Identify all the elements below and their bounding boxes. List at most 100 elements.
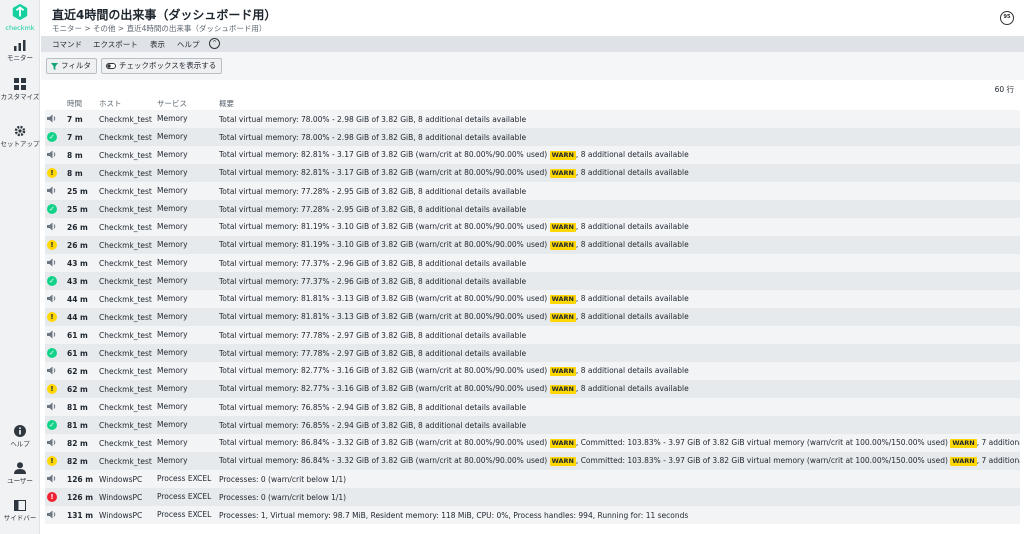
table-row[interactable]: 82 m Checkmk_test Memory Total virtual memo… <box>45 434 1020 452</box>
host-cell[interactable]: Checkmk_test <box>97 416 155 434</box>
service-cell[interactable]: Process EXCEL <box>155 488 217 506</box>
table-row[interactable]: ! 62 m Checkmk_test Memory Total virtual mem… <box>45 380 1020 398</box>
table-row[interactable]: ! 44 m Checkmk_test Memory Total virtual mem… <box>45 308 1020 326</box>
page-title: 直近4時間の出来事（ダッシュボード用） <box>52 8 277 22</box>
host-cell[interactable]: Checkmk_test <box>97 218 155 236</box>
service-cell[interactable]: Memory <box>155 380 217 398</box>
state-cell: ! <box>45 452 65 470</box>
reload-timer-icon[interactable]: 95 <box>1000 11 1014 25</box>
column-header-service[interactable]: サービス <box>155 96 217 110</box>
sidebar-item-sidebar[interactable]: サイドバー <box>0 500 40 522</box>
table-row[interactable]: ✓ 7 m Checkmk_test Memory Total virtual memo… <box>45 128 1020 146</box>
service-cell[interactable]: Memory <box>155 434 217 452</box>
service-cell[interactable]: Memory <box>155 254 217 272</box>
service-cell[interactable]: Memory <box>155 200 217 218</box>
host-cell[interactable]: Checkmk_test <box>97 128 155 146</box>
service-cell[interactable]: Process EXCEL <box>155 470 217 488</box>
host-cell[interactable]: WindowsPC <box>97 488 155 506</box>
service-cell[interactable]: Memory <box>155 362 217 380</box>
service-cell[interactable]: Memory <box>155 290 217 308</box>
menu-export[interactable]: エクスポート <box>93 39 138 50</box>
column-header-time[interactable]: 時間 <box>65 96 97 110</box>
host-cell[interactable]: Checkmk_test <box>97 380 155 398</box>
toolbar: フィルタ チェックボックスを表示する <box>41 52 1024 80</box>
host-cell[interactable]: Checkmk_test <box>97 272 155 290</box>
table-row[interactable]: ! 8 m Checkmk_test Memory Total virtual memo… <box>45 164 1020 182</box>
warn-badge: WARN <box>549 312 576 322</box>
host-cell[interactable]: Checkmk_test <box>97 326 155 344</box>
column-header-summary[interactable]: 概要 <box>217 96 1020 110</box>
service-cell[interactable]: Memory <box>155 236 217 254</box>
menu-commands[interactable]: コマンド <box>52 39 82 50</box>
table-row[interactable]: 126 m WindowsPC Process EXCEL Processes: 0 … <box>45 470 1020 488</box>
service-cell[interactable]: Memory <box>155 128 217 146</box>
host-cell[interactable]: Checkmk_test <box>97 110 155 128</box>
state-cell: ✓ <box>45 200 65 218</box>
table-row[interactable]: ✓ 61 m Checkmk_test Memory Total virtual mem… <box>45 344 1020 362</box>
service-cell[interactable]: Memory <box>155 308 217 326</box>
host-cell[interactable]: Checkmk_test <box>97 236 155 254</box>
service-cell[interactable]: Memory <box>155 344 217 362</box>
service-cell[interactable]: Memory <box>155 218 217 236</box>
service-cell[interactable]: Memory <box>155 416 217 434</box>
table-row[interactable]: 81 m Checkmk_test Memory Total virtual memo… <box>45 398 1020 416</box>
service-cell[interactable]: Process EXCEL <box>155 506 217 524</box>
sidebar-item-setup[interactable]: セットアップ <box>0 125 40 148</box>
table-row[interactable]: 44 m Checkmk_test Memory Total virtual memo… <box>45 290 1020 308</box>
table-row[interactable]: 26 m Checkmk_test Memory Total virtual memo… <box>45 218 1020 236</box>
menu-display[interactable]: 表示 <box>150 39 165 50</box>
service-cell[interactable]: Memory <box>155 272 217 290</box>
sidebar-item-help[interactable]: ヘルプ <box>0 425 40 448</box>
service-cell[interactable]: Memory <box>155 398 217 416</box>
summary-cell: Total virtual memory: 77.78% - 2.97 GiB … <box>217 344 1020 362</box>
table-row[interactable]: ! 126 m WindowsPC Process EXCEL Processes: 0… <box>45 488 1020 506</box>
time-cell: 61 m <box>65 326 97 344</box>
table-row[interactable]: 8 m Checkmk_test Memory Total virtual memor… <box>45 146 1020 164</box>
host-cell[interactable]: Checkmk_test <box>97 344 155 362</box>
table-row[interactable]: ! 26 m Checkmk_test Memory Total virtual mem… <box>45 236 1020 254</box>
host-cell[interactable]: Checkmk_test <box>97 308 155 326</box>
table-row[interactable]: 131 m WindowsPC Process EXCEL Processes: 1,… <box>45 506 1020 524</box>
service-cell[interactable]: Memory <box>155 182 217 200</box>
service-cell[interactable]: Memory <box>155 326 217 344</box>
host-cell[interactable]: Checkmk_test <box>97 254 155 272</box>
service-cell[interactable]: Memory <box>155 110 217 128</box>
host-cell[interactable]: WindowsPC <box>97 470 155 488</box>
chevron-up-icon[interactable]: ⌃ <box>209 38 220 49</box>
host-cell[interactable]: Checkmk_test <box>97 434 155 452</box>
menu-help[interactable]: ヘルプ <box>177 39 200 50</box>
host-cell[interactable]: WindowsPC <box>97 506 155 524</box>
host-cell[interactable]: Checkmk_test <box>97 290 155 308</box>
table-row[interactable]: 25 m Checkmk_test Memory Total virtual memo… <box>45 182 1020 200</box>
sidebar-item-monitor[interactable]: モニター <box>0 40 40 62</box>
show-checkboxes-button[interactable]: チェックボックスを表示する <box>101 58 223 74</box>
checkmk-logo[interactable]: checkmk <box>0 3 40 32</box>
table-row[interactable]: 61 m Checkmk_test Memory Total virtual memo… <box>45 326 1020 344</box>
table-row[interactable]: 62 m Checkmk_test Memory Total virtual memo… <box>45 362 1020 380</box>
service-cell[interactable]: Memory <box>155 452 217 470</box>
ok-status-icon: ✓ <box>47 276 57 286</box>
speaker-icon <box>47 330 56 338</box>
table-row[interactable]: ✓ 25 m Checkmk_test Memory Total virtual mem… <box>45 200 1020 218</box>
host-cell[interactable]: Checkmk_test <box>97 398 155 416</box>
column-header-host[interactable]: ホスト <box>97 96 155 110</box>
host-cell[interactable]: Checkmk_test <box>97 146 155 164</box>
host-cell[interactable]: Checkmk_test <box>97 164 155 182</box>
user-icon <box>14 462 26 474</box>
service-cell[interactable]: Memory <box>155 146 217 164</box>
host-cell[interactable]: Checkmk_test <box>97 182 155 200</box>
service-cell[interactable]: Memory <box>155 164 217 182</box>
table-row[interactable]: ✓ 43 m Checkmk_test Memory Total virtual mem… <box>45 272 1020 290</box>
filter-button[interactable]: フィルタ <box>46 58 97 74</box>
host-cell[interactable]: Checkmk_test <box>97 452 155 470</box>
table-row[interactable]: 7 m Checkmk_test Memory Total virtual memor… <box>45 110 1020 128</box>
sidebar-item-customize[interactable]: カスタマイズ <box>0 78 40 101</box>
host-cell[interactable]: Checkmk_test <box>97 362 155 380</box>
warn-badge: WARN <box>950 456 977 466</box>
table-row[interactable]: ✓ 81 m Checkmk_test Memory Total virtual mem… <box>45 416 1020 434</box>
table-row[interactable]: ! 82 m Checkmk_test Memory Total virtual mem… <box>45 452 1020 470</box>
state-cell <box>45 326 65 344</box>
host-cell[interactable]: Checkmk_test <box>97 200 155 218</box>
sidebar-item-user[interactable]: ユーザー <box>0 462 40 485</box>
table-row[interactable]: 43 m Checkmk_test Memory Total virtual memo… <box>45 254 1020 272</box>
